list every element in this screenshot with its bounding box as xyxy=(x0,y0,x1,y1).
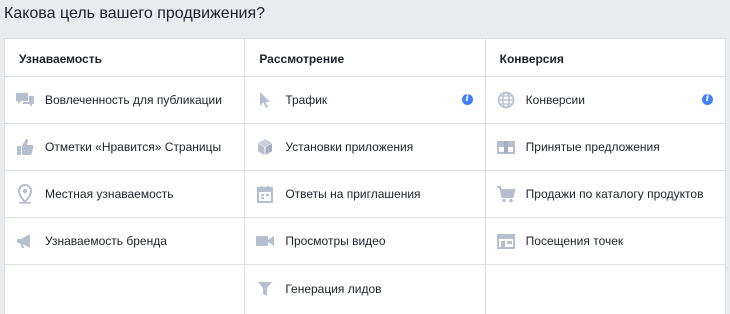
map-pin-icon xyxy=(15,184,35,204)
box-icon xyxy=(255,137,275,157)
video-camera-icon xyxy=(255,231,275,251)
page-title: Какова цель вашего продвижения? xyxy=(4,5,266,22)
column-conversion: Конверсия Конверсии i Принятые предложен… xyxy=(485,39,725,314)
megaphone-icon xyxy=(15,231,35,251)
objective-label: Установки приложения xyxy=(285,140,414,154)
empty-cell xyxy=(5,265,244,312)
funnel-icon xyxy=(255,279,275,299)
objective-video-views[interactable]: Просмотры видео xyxy=(245,218,485,265)
objective-label: Отметки «Нравится» Страницы xyxy=(45,140,222,154)
column-header-conversion: Конверсия xyxy=(485,39,725,77)
objective-offer-claims[interactable]: Принятые предложения xyxy=(485,124,725,171)
objective-label: Местная узнаваемость xyxy=(45,187,174,201)
objective-local-awareness[interactable]: Местная узнаваемость xyxy=(5,171,245,218)
objective-label: Генерация лидов xyxy=(285,281,382,296)
chat-bubbles-icon xyxy=(15,90,35,110)
info-icon[interactable]: i xyxy=(701,94,713,105)
objective-label: Трафик xyxy=(285,93,328,107)
shopping-cart-icon xyxy=(496,184,516,204)
column-header-consideration: Рассмотрение xyxy=(245,39,485,77)
objective-event-responses[interactable]: Ответы на приглашения xyxy=(245,171,485,218)
objective-conversions[interactable]: Конверсии i xyxy=(485,77,725,124)
offer-tag-icon xyxy=(496,137,516,157)
empty-cell xyxy=(486,265,725,312)
thumbs-up-icon xyxy=(15,137,35,157)
globe-icon xyxy=(496,90,516,110)
column-consideration: Рассмотрение Трафик i Установки приложен… xyxy=(245,39,486,314)
objective-label: Просмотры видео xyxy=(285,234,386,248)
objective-brand-awareness[interactable]: Узнаваемость бренда xyxy=(5,218,245,265)
objective-lead-generation[interactable]: Генерация лидов xyxy=(245,265,484,312)
store-icon xyxy=(496,231,516,251)
cursor-icon xyxy=(255,90,275,110)
info-icon[interactable]: i xyxy=(461,94,473,105)
objective-app-installs[interactable]: Установки приложения xyxy=(245,124,485,171)
objective-post-engagement[interactable]: Вовлеченность для публикации xyxy=(5,77,245,124)
column-header-awareness: Узнаваемость xyxy=(5,39,245,77)
objective-traffic[interactable]: Трафик i xyxy=(245,77,485,124)
objective-label: Вовлеченность для публикации xyxy=(45,93,222,107)
calendar-icon xyxy=(255,184,275,204)
objective-page-likes[interactable]: Отметки «Нравится» Страницы xyxy=(5,124,245,171)
objective-label: Продажи по каталогу продуктов xyxy=(525,187,704,201)
objective-store-visits[interactable]: Посещения точек xyxy=(485,218,725,265)
objective-label: Принятые предложения xyxy=(525,140,660,154)
objective-label: Ответы на приглашения xyxy=(285,187,421,201)
objective-label: Посещения точек xyxy=(525,234,624,248)
objective-catalog-sales[interactable]: Продажи по каталогу продуктов xyxy=(485,171,725,218)
column-awareness: Узнаваемость Вовлеченность для публикаци… xyxy=(5,39,246,314)
objectives-grid: Узнаваемость Вовлеченность для публикаци… xyxy=(4,38,726,314)
objective-label: Конверсии xyxy=(525,93,585,107)
objective-label: Узнаваемость бренда xyxy=(45,234,167,248)
